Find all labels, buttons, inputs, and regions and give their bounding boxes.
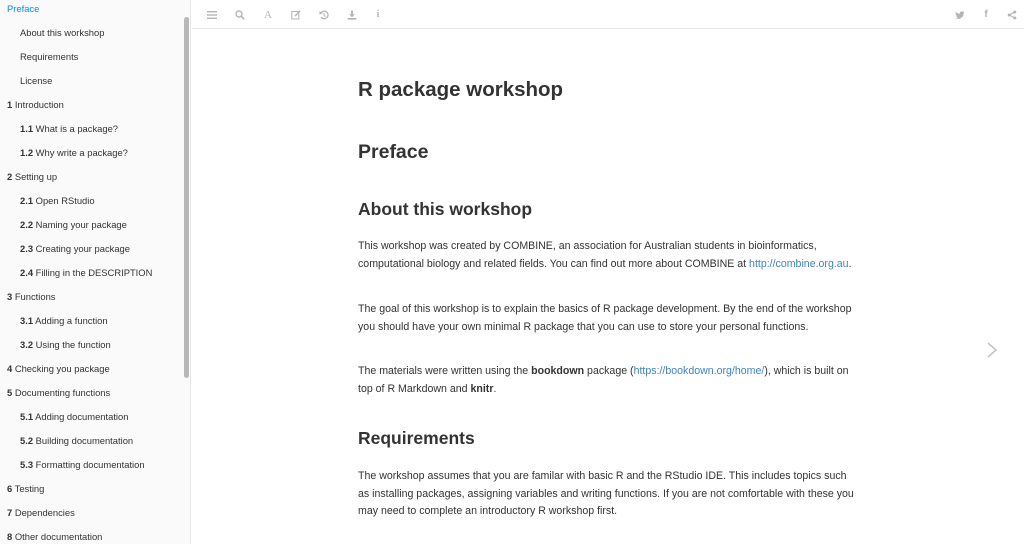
requirements-heading: Requirements <box>358 428 475 448</box>
toggle-sidebar-icon[interactable] <box>205 8 219 22</box>
toc-item[interactable]: 4 Checking you package <box>7 363 110 375</box>
knitr-bold: knitr <box>470 382 494 395</box>
toc-item[interactable]: 5.1 Adding documentation <box>20 411 128 423</box>
toc-item-number: 5.2 <box>20 435 34 446</box>
toc-item-label: License <box>20 75 53 86</box>
about-p3-a: The materials were written using the <box>358 365 529 377</box>
toc-item-number: 8 <box>7 531 13 542</box>
toc-item-label: Checking you package <box>14 363 110 374</box>
about-paragraph-2: The goal of this workshop is to explain … <box>358 303 852 333</box>
toc-item-number: 1 <box>7 99 13 110</box>
about-p3-b: package ( <box>587 365 634 377</box>
toc-item-label: What is a package? <box>35 123 118 134</box>
page-title: R package workshop <box>358 78 564 101</box>
toc-item-label: Introduction <box>14 99 64 110</box>
toc-item-label: Building documentation <box>35 435 134 446</box>
toc-item[interactable]: Requirements <box>20 51 78 63</box>
toc-item-number: 3.2 <box>20 339 34 350</box>
toc-item-label: Naming your package <box>35 219 127 230</box>
toc-item-number: 3.1 <box>20 315 34 326</box>
twitter-icon[interactable] <box>953 8 967 22</box>
toc-item-label: Functions <box>14 291 56 302</box>
toc-item[interactable]: 8 Other documentation <box>7 531 102 543</box>
about-p1-text: This workshop was created by COMBINE, an… <box>358 240 817 270</box>
toc-item[interactable]: 3 Functions <box>7 291 55 303</box>
about-paragraph-3: The materials were written using the boo… <box>358 363 858 398</box>
toc-item-label: Adding documentation <box>35 411 129 422</box>
toc-item-label: Why write a package? <box>35 147 128 158</box>
toc-item[interactable]: License <box>20 75 52 87</box>
toc-item[interactable]: 7 Dependencies <box>7 507 75 519</box>
toc-item-label: Creating your package <box>35 243 130 254</box>
toc-item-number: 4 <box>7 363 13 374</box>
toc-item-number: 3 <box>7 291 13 302</box>
search-icon[interactable] <box>233 8 247 22</box>
toc-item[interactable]: 2.3 Creating your package <box>20 243 130 255</box>
toc-item-number: 1.2 <box>20 147 34 158</box>
book-toolbar: A i f <box>192 0 1024 29</box>
toc-item-label: Requirements <box>20 51 79 62</box>
toc-item[interactable]: 5 Documenting functions <box>7 387 110 399</box>
toc-item[interactable]: 1.2 Why write a package? <box>20 147 128 159</box>
history-icon[interactable] <box>317 8 331 22</box>
toc-item-label: Formatting documentation <box>35 459 145 470</box>
toc-item-number: 5.1 <box>20 411 34 422</box>
toc-item-label: Open RStudio <box>35 195 95 206</box>
bookdown-link[interactable]: https://bookdown.org/home/ <box>634 365 765 377</box>
toc-item-label: Dependencies <box>14 507 75 518</box>
share-icon[interactable] <box>1005 8 1019 22</box>
toc-item-number: 1.1 <box>20 123 34 134</box>
toc-item-label: About this workshop <box>20 27 105 38</box>
toc-item-label: Preface <box>7 3 40 14</box>
toc-item[interactable]: 2 Setting up <box>7 171 57 183</box>
about-paragraph-1: This workshop was created by COMBINE, an… <box>358 238 858 273</box>
toc-item[interactable]: About this workshop <box>20 27 104 39</box>
toc-item-label: Filling in the DESCRIPTION <box>35 267 153 278</box>
toc-item[interactable]: 1.1 What is a package? <box>20 123 118 135</box>
toc-item[interactable]: 2.4 Filling in the DESCRIPTION <box>20 267 152 279</box>
preface-heading: Preface <box>358 141 429 163</box>
toc-item-number: 2.2 <box>20 219 34 230</box>
toc-item[interactable]: 3.1 Adding a function <box>20 315 108 327</box>
toc-item-number: 5.3 <box>20 459 34 470</box>
toc-item-number: 2.3 <box>20 243 34 254</box>
sidebar-toc: Preface About this workshop Requirements Li… <box>0 0 191 544</box>
toc-item-label: Setting up <box>14 171 58 182</box>
toc-item-number: 2.4 <box>20 267 34 278</box>
font-settings-icon[interactable]: A <box>261 8 275 22</box>
toc-item[interactable]: 2.2 Naming your package <box>20 219 127 231</box>
toc-item[interactable]: 5.2 Building documentation <box>20 435 133 447</box>
toc-item[interactable]: Preface <box>7 3 39 15</box>
edit-icon[interactable] <box>289 8 303 22</box>
about-p3-end: . <box>493 382 497 395</box>
toc-item[interactable]: 1 Introduction <box>7 99 64 111</box>
toc-item-number: 2.1 <box>20 195 34 206</box>
about-p1-end: . <box>848 257 852 270</box>
toc-item-number: 7 <box>7 507 13 518</box>
toc-item[interactable]: 5.3 Formatting documentation <box>20 459 145 471</box>
sidebar-scrollbar-thumb[interactable] <box>184 17 189 378</box>
toc-item-label: Using the function <box>35 339 111 350</box>
toc-item-number: 5 <box>7 387 13 398</box>
facebook-icon[interactable]: f <box>979 8 993 22</box>
combine-link[interactable]: http://combine.org.au <box>749 258 849 270</box>
info-icon[interactable]: i <box>371 8 385 22</box>
toc-item-number: 2 <box>7 171 13 182</box>
toc-item-label: Other documentation <box>14 531 103 542</box>
bookdown-bold: bookdown <box>531 365 585 377</box>
toc-item-number: 6 <box>7 483 13 494</box>
next-page-arrow-icon[interactable] <box>985 341 999 359</box>
toc-item-label: Testing <box>14 483 45 494</box>
requirements-paragraph: The workshop assumes that you are famila… <box>358 470 854 518</box>
toc-item-label: Adding a function <box>35 315 108 326</box>
toc-item-label: Documenting functions <box>14 387 111 398</box>
about-heading: About this workshop <box>358 199 533 219</box>
toc-item[interactable]: 3.2 Using the function <box>20 339 111 351</box>
toc-item[interactable]: 6 Testing <box>7 483 44 495</box>
download-icon[interactable] <box>345 8 359 22</box>
toc-item[interactable]: 2.1 Open RStudio <box>20 195 95 207</box>
